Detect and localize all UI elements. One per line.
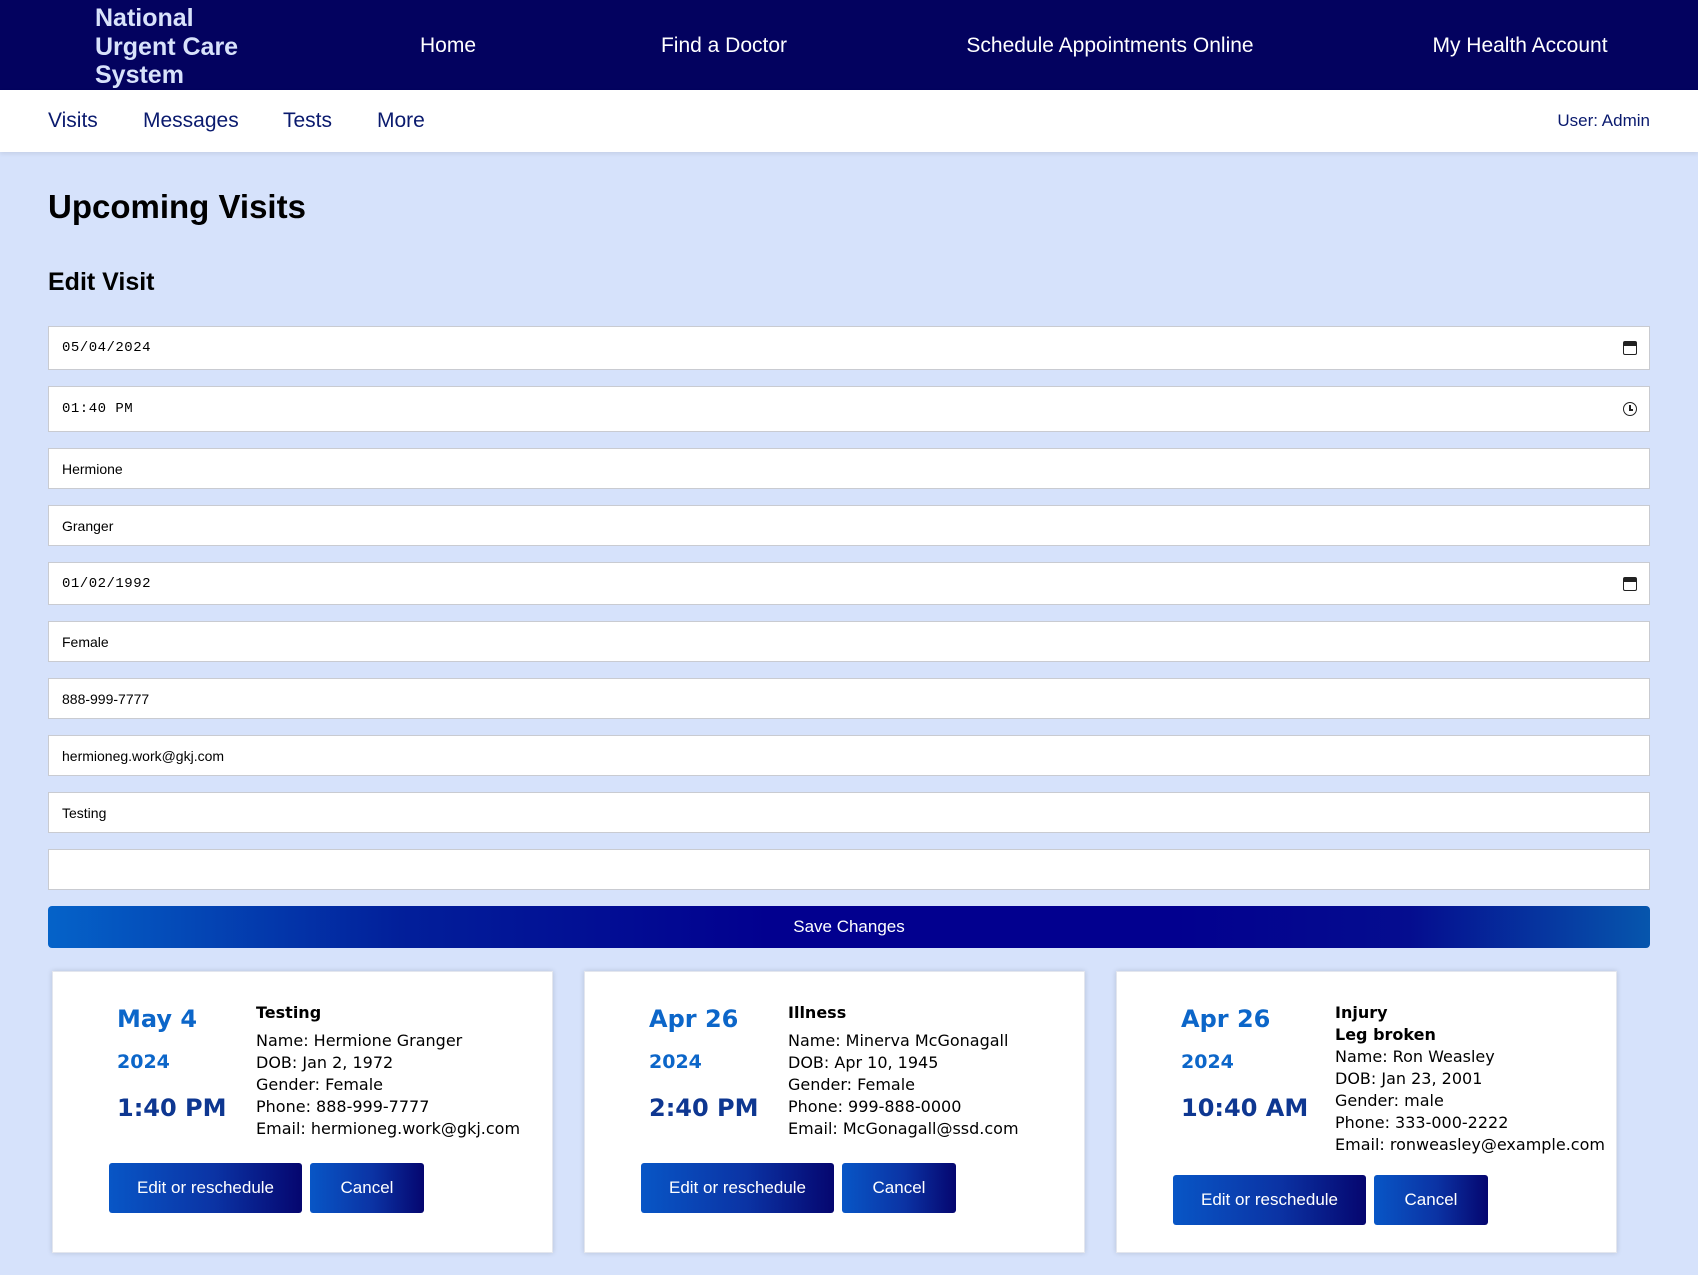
visit-patient-dob: DOB: Apr 10, 1945 (788, 1053, 939, 1072)
visit-date: Apr 26 (1181, 1005, 1271, 1033)
edit-reschedule-button[interactable]: Edit or reschedule (641, 1163, 834, 1213)
calendar-icon[interactable] (1623, 341, 1637, 355)
top-navbar: National Urgent Care System Home Find a … (0, 0, 1698, 90)
section-title: Edit Visit (48, 268, 155, 296)
visit-patient-gender: Gender: Female (256, 1075, 384, 1094)
visit-year: 2024 (117, 1051, 170, 1073)
nav-link-home[interactable]: Home (420, 0, 476, 90)
visit-patient-email: Email: McGonagall@ssd.com (788, 1119, 1019, 1138)
cancel-visit-button[interactable]: Cancel (842, 1163, 956, 1213)
visit-reason-detail: Leg broken (1335, 1025, 1436, 1044)
subnav-item-tests[interactable]: Tests (283, 90, 332, 152)
nav-link-find-doctor[interactable]: Find a Doctor (661, 0, 787, 90)
visit-patient-phone: Phone: 999-888-0000 (788, 1097, 962, 1116)
visit-patient-email: Email: ronweasley@example.com (1335, 1135, 1605, 1154)
visit-patient-name: Name: Hermione Granger (256, 1031, 463, 1050)
last-name-input[interactable]: Granger (48, 505, 1650, 546)
subnav-item-messages[interactable]: Messages (143, 90, 239, 152)
visit-patient-name: Name: Minerva McGonagall (788, 1031, 1009, 1050)
visit-reason: Injury (1335, 1003, 1388, 1022)
clock-icon[interactable] (1623, 402, 1637, 416)
page-title: Upcoming Visits (48, 188, 306, 225)
notes-input[interactable] (48, 849, 1650, 890)
cancel-visit-button[interactable]: Cancel (1374, 1175, 1488, 1225)
sub-navbar: Visits Messages Tests More User: Admin (0, 90, 1698, 152)
visit-patient-gender: Gender: male (1335, 1091, 1444, 1110)
email-input[interactable]: hermioneg.work@gkj.com (48, 735, 1650, 776)
visit-actions: Edit or reschedule Cancel (109, 1163, 424, 1213)
phone-input[interactable]: 888-999-7777 (48, 678, 1650, 719)
gender-input[interactable]: Female (48, 621, 1650, 662)
reason-value: Testing (62, 804, 107, 821)
visit-reason: Testing (256, 1003, 322, 1022)
first-name-input[interactable]: Hermione (48, 448, 1650, 489)
visit-patient-phone: Phone: 333-000-2222 (1335, 1113, 1509, 1132)
visit-date: May 4 (117, 1005, 198, 1033)
save-changes-button[interactable]: Save Changes (48, 906, 1650, 948)
visit-card: Apr 26 2024 10:40 AM Injury Leg broken N… (1116, 971, 1617, 1253)
visit-time: 10:40 AM (1181, 1094, 1309, 1122)
email-value: hermioneg.work@gkj.com (62, 747, 225, 764)
reason-input[interactable]: Testing (48, 792, 1650, 833)
visit-time: 1:40 PM (117, 1094, 227, 1122)
visit-patient-phone: Phone: 888-999-7777 (256, 1097, 430, 1116)
visit-year: 2024 (649, 1051, 702, 1073)
visit-info: Testing Name: Hermione Granger DOB: Jan … (256, 1002, 520, 1140)
subnav-item-more[interactable]: More (377, 90, 425, 152)
phone-value: 888-999-7777 (62, 690, 150, 707)
gender-value: Female (62, 633, 109, 650)
visit-time: 2:40 PM (649, 1094, 759, 1122)
visit-info: Injury Leg broken Name: Ron Weasley DOB:… (1335, 1002, 1605, 1156)
dob-input[interactable]: 01/02/1992 (48, 562, 1650, 605)
brand-logo-text[interactable]: National Urgent Care System (95, 4, 275, 90)
visit-date-input[interactable]: 05/04/2024 (48, 326, 1650, 370)
visit-patient-name: Name: Ron Weasley (1335, 1047, 1495, 1066)
visit-year: 2024 (1181, 1051, 1234, 1073)
visit-date-value: 05/04/2024 (62, 340, 152, 356)
nav-link-health-account[interactable]: My Health Account (1432, 0, 1607, 90)
visit-patient-dob: DOB: Jan 23, 2001 (1335, 1069, 1483, 1088)
first-name-value: Hermione (62, 460, 123, 477)
visit-time-value: 01:40 PM (62, 401, 134, 417)
visit-card: May 4 2024 1:40 PM Testing Name: Hermion… (52, 971, 553, 1253)
visit-reason: Illness (788, 1003, 847, 1022)
cancel-visit-button[interactable]: Cancel (310, 1163, 424, 1213)
visit-patient-gender: Gender: Female (788, 1075, 916, 1094)
visit-time-input[interactable]: 01:40 PM (48, 386, 1650, 432)
edit-reschedule-button[interactable]: Edit or reschedule (1173, 1175, 1366, 1225)
visit-actions: Edit or reschedule Cancel (1173, 1175, 1488, 1225)
visit-actions: Edit or reschedule Cancel (641, 1163, 956, 1213)
visit-date: Apr 26 (649, 1005, 739, 1033)
subnav-item-visits[interactable]: Visits (48, 90, 98, 152)
nav-link-schedule[interactable]: Schedule Appointments Online (966, 0, 1253, 90)
calendar-icon[interactable] (1623, 576, 1637, 591)
edit-reschedule-button[interactable]: Edit or reschedule (109, 1163, 302, 1213)
visit-patient-dob: DOB: Jan 2, 1972 (256, 1053, 394, 1072)
dob-value: 01/02/1992 (62, 575, 152, 592)
visit-card: Apr 26 2024 2:40 PM Illness Name: Minerv… (584, 971, 1085, 1253)
user-label: User: Admin (1557, 111, 1650, 130)
visit-info: Illness Name: Minerva McGonagall DOB: Ap… (788, 1002, 1019, 1140)
visit-patient-email: Email: hermioneg.work@gkj.com (256, 1119, 521, 1138)
last-name-value: Granger (62, 517, 114, 534)
